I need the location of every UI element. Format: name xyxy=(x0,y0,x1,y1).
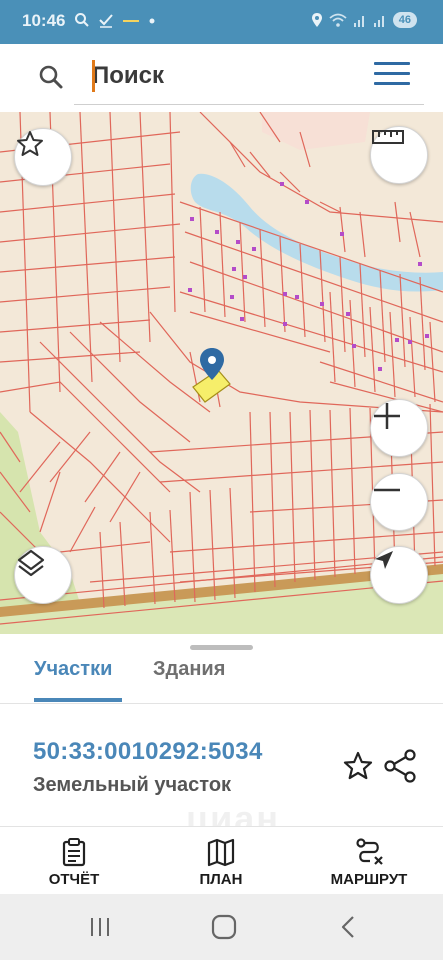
route-icon xyxy=(356,838,383,865)
report-clipboard-icon xyxy=(62,838,86,867)
battery-indicator: 46 xyxy=(392,12,417,28)
star-icon xyxy=(17,131,43,156)
parcel-type-label: Земельный участок xyxy=(33,774,232,796)
nav-route-label: МАРШРУТ xyxy=(330,871,408,888)
ruler-icon xyxy=(372,130,404,144)
nav-plan[interactable]: ПЛАН xyxy=(156,827,286,895)
search-icon xyxy=(75,13,89,27)
location-icon xyxy=(311,13,322,27)
layers-button[interactable] xyxy=(14,546,72,604)
line-icon xyxy=(123,20,139,22)
status-bar: 10:46 46 xyxy=(0,0,443,44)
cadastral-number[interactable]: 50:33:0010292:5034 xyxy=(33,738,263,766)
tab-buildings[interactable]: Здания xyxy=(153,658,225,681)
ruler-button[interactable] xyxy=(370,126,428,184)
status-system-icons: 46 xyxy=(311,12,417,28)
zoom-in-icon xyxy=(374,403,400,429)
zoom-out-button[interactable] xyxy=(370,473,428,531)
layers-icon xyxy=(17,549,45,577)
status-notification-icons xyxy=(74,12,156,28)
check-icon xyxy=(99,14,113,28)
my-location-button[interactable] xyxy=(370,546,428,604)
zoom-in-button[interactable] xyxy=(370,399,428,457)
search-input[interactable] xyxy=(84,58,354,94)
zoom-out-icon xyxy=(374,488,400,492)
back-icon[interactable] xyxy=(338,914,358,940)
share-icon[interactable] xyxy=(382,748,418,784)
nav-route[interactable]: МАРШРУТ xyxy=(304,827,434,895)
dot-icon xyxy=(149,18,155,24)
recent-apps-icon[interactable] xyxy=(88,916,112,938)
map-plan-icon xyxy=(207,838,235,867)
system-navigation-bar xyxy=(0,894,443,960)
search-header xyxy=(8,44,436,106)
text-cursor xyxy=(92,60,95,92)
nav-report-label: ОТЧЁТ xyxy=(48,871,100,888)
signal-icon xyxy=(373,16,384,27)
hamburger-menu-icon[interactable] xyxy=(374,62,410,88)
tab-parcels[interactable]: Участки xyxy=(34,658,112,681)
signal-icon xyxy=(353,16,364,27)
home-icon[interactable] xyxy=(211,914,237,940)
status-time: 10:46 xyxy=(22,11,66,30)
search-icon[interactable] xyxy=(38,64,64,90)
active-tab-indicator xyxy=(34,698,122,702)
navigation-arrow-icon xyxy=(375,551,393,569)
cadastral-map[interactable] xyxy=(0,112,443,634)
favorite-map-button[interactable] xyxy=(14,128,72,186)
tabs-bar: Участки Здания xyxy=(0,650,443,704)
wifi-icon xyxy=(329,13,347,27)
bottom-navigation: ОТЧЁТ ПЛАН МАРШРУТ xyxy=(0,826,443,894)
search-underline xyxy=(74,104,424,105)
star-icon[interactable] xyxy=(342,750,374,782)
nav-report[interactable]: ОТЧЁТ xyxy=(9,827,139,895)
nav-plan-label: ПЛАН xyxy=(199,871,243,888)
